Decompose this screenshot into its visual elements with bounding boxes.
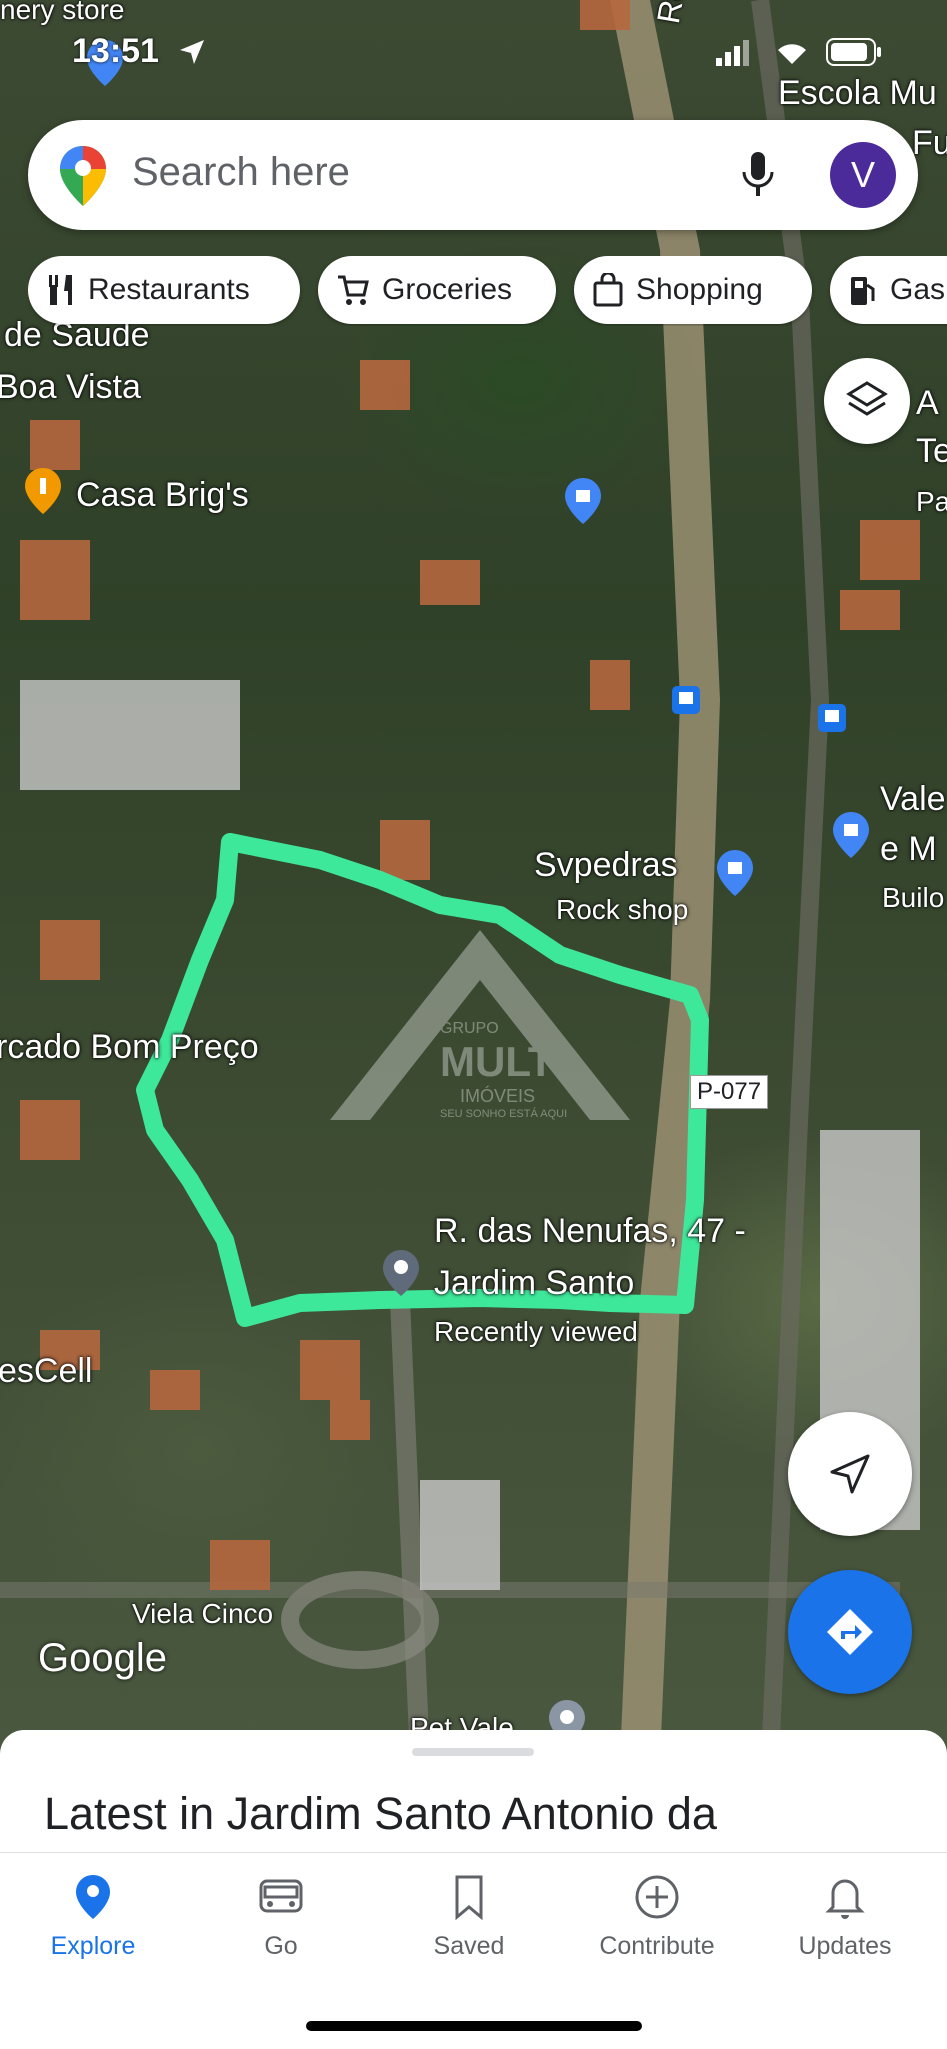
- chip-restaurants[interactable]: Restaurants: [28, 256, 300, 324]
- chip-groceries[interactable]: Groceries: [318, 256, 556, 324]
- google-maps-logo-icon: [60, 146, 106, 206]
- bell-icon: [825, 1879, 865, 1919]
- cart-icon: [338, 275, 369, 305]
- search-bar[interactable]: Search here V: [28, 120, 918, 230]
- watermark-tagline: SEU SONHO ESTÁ AQUI: [440, 1108, 568, 1120]
- map-label-right-a: A: [916, 384, 939, 422]
- nav-label: Updates: [798, 1932, 892, 1960]
- bus-stop-icon-2[interactable]: [818, 704, 846, 732]
- map-label-vale[interactable]: Vale: [880, 780, 946, 819]
- microphone-icon[interactable]: [740, 150, 776, 200]
- restaurant-pin-icon[interactable]: [24, 468, 62, 514]
- chip-label: Groceries: [382, 273, 513, 306]
- nav-explore[interactable]: Explore: [18, 1873, 168, 1961]
- navigation-arrow-icon: [830, 1454, 870, 1494]
- directions-icon: [827, 1609, 873, 1655]
- map-label-em: e M: [880, 830, 937, 868]
- explore-pin-icon: [76, 1875, 110, 1919]
- bag-icon: [593, 273, 623, 307]
- chip-label: Restaurants: [88, 273, 250, 306]
- bookmark-icon: [455, 1875, 483, 1921]
- map-label-right-pa: Pa: [916, 486, 947, 517]
- rock-shop-pin-icon[interactable]: [716, 850, 754, 896]
- nav-label: Contribute: [599, 1932, 715, 1960]
- avatar[interactable]: V: [830, 142, 896, 208]
- plus-circle-icon: [635, 1875, 679, 1919]
- bottom-nav: Explore Go Saved Contribute Updates: [0, 1852, 947, 2049]
- watermark-top: GRUPO: [440, 1020, 499, 1037]
- search-input[interactable]: Search here: [132, 150, 350, 195]
- nav-label: Saved: [433, 1932, 505, 1960]
- map-label-svpedras[interactable]: Svpedras: [534, 846, 678, 885]
- wifi-icon: [778, 44, 806, 64]
- gas-pump-icon: [851, 277, 875, 305]
- recently-viewed-label: Recently viewed: [434, 1316, 638, 1347]
- nav-contribute[interactable]: Contribute: [582, 1873, 732, 1961]
- map-label-build: Builo: [882, 882, 945, 913]
- battery-icon: [826, 38, 881, 66]
- my-location-button[interactable]: [788, 1412, 912, 1536]
- bottom-sheet[interactable]: Latest in Jardim Santo Antonio da: [0, 1730, 947, 1860]
- watermark-logo: GRUPO MULT IMÓVEIS SEU SONHO ESTÁ AQUI: [330, 910, 630, 1130]
- nav-saved[interactable]: Saved: [394, 1873, 544, 1961]
- watermark-sub: IMÓVEIS: [460, 1086, 536, 1106]
- layers-button[interactable]: [824, 358, 910, 444]
- nav-updates[interactable]: Updates: [770, 1873, 920, 1961]
- nav-go[interactable]: Go: [206, 1873, 356, 1961]
- location-arrow-icon: [180, 40, 204, 64]
- bus-stop-icon[interactable]: [672, 686, 700, 714]
- map-label-store[interactable]: nery store: [0, 0, 125, 26]
- map-label-casa-brigs[interactable]: Casa Brig's: [76, 476, 249, 515]
- map-label-rock-shop: Rock shop: [556, 894, 689, 925]
- chip-label: Gas: [890, 273, 946, 306]
- nav-label: Go: [264, 1932, 298, 1960]
- map-label-mercado[interactable]: rcado Bom Preço: [0, 1028, 259, 1067]
- sheet-title: Latest in Jardim Santo Antonio da: [44, 1788, 717, 1839]
- category-chips: Restaurants Groceries Shopping Gas: [28, 256, 947, 326]
- map-label-escell[interactable]: esCell: [0, 1352, 92, 1391]
- map-label-boa-vista[interactable]: Boa Vista: [0, 368, 141, 407]
- sheet-drag-handle[interactable]: [412, 1748, 534, 1756]
- home-indicator[interactable]: [306, 2021, 642, 2031]
- watermark-main: MULT: [440, 1038, 554, 1085]
- map-label-right-te: Te: [916, 432, 947, 470]
- status-time: 13:51: [72, 32, 159, 70]
- place-label-line1[interactable]: R. das Nenufas, 47 -: [434, 1212, 746, 1251]
- shopping-pin-icon[interactable]: [564, 478, 602, 524]
- chip-gas[interactable]: Gas: [830, 256, 947, 324]
- map-label-viela: Viela Cinco: [132, 1598, 274, 1629]
- google-watermark: Google: [38, 1636, 167, 1680]
- status-bar: 13:51: [0, 30, 947, 80]
- map-label-escola-2: Fu: [912, 124, 947, 162]
- layers-icon: [846, 381, 888, 416]
- car-icon: [259, 1879, 303, 1913]
- directions-button[interactable]: [788, 1570, 912, 1694]
- place-label-line2[interactable]: Jardim Santo: [434, 1264, 634, 1303]
- vale-pin-icon[interactable]: [832, 812, 870, 858]
- chip-shopping[interactable]: Shopping: [574, 256, 812, 324]
- place-pin-icon[interactable]: [382, 1250, 420, 1296]
- fork-knife-icon: [49, 275, 72, 305]
- road-shield: P-077: [690, 1075, 769, 1109]
- chip-label: Shopping: [636, 273, 763, 306]
- nav-label: Explore: [50, 1932, 136, 1960]
- signal-icon: [716, 40, 749, 66]
